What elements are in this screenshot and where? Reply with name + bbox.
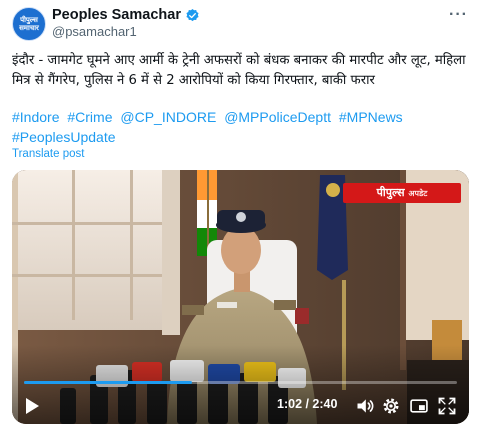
gear-icon[interactable] — [381, 396, 401, 416]
mention-cp-indore[interactable]: @CP_INDORE — [120, 109, 216, 125]
author-display-name[interactable]: Peoples Samachar — [52, 7, 181, 23]
channel-watermark: पीपुल्स अपडेट — [343, 183, 461, 203]
post-tags: #Indore #Crime @CP_INDORE @MPPoliceDeptt… — [12, 107, 474, 147]
video-frame — [12, 170, 469, 424]
video-progress-fill — [24, 381, 192, 384]
avatar-line-2: समाचार — [19, 24, 39, 32]
video-progress-bar[interactable] — [24, 381, 457, 384]
avatar[interactable]: पीपुल्स समाचार — [12, 7, 46, 41]
mention-mp-police[interactable]: @MPPoliceDeptt — [224, 109, 331, 125]
hashtag-peoplesupdate[interactable]: #PeoplesUpdate — [12, 129, 116, 145]
author-handle[interactable]: @psamachar1 — [52, 24, 137, 39]
hashtag-crime[interactable]: #Crime — [67, 109, 112, 125]
translate-post-link[interactable]: Translate post — [12, 148, 84, 160]
post-card: पीपुल्स समाचार Peoples Samachar @psamach… — [0, 0, 482, 432]
verified-badge-icon — [186, 8, 199, 21]
watermark-main: पीपुल्स — [376, 186, 405, 199]
fullscreen-icon[interactable] — [437, 396, 457, 416]
post-text: इंदौर - जामगेट घूमने आए आर्मी के ट्रेनी … — [12, 53, 466, 88]
more-icon[interactable]: ··· — [449, 6, 468, 24]
pip-icon[interactable] — [409, 396, 429, 416]
video-time: 1:02 / 2:40 — [277, 397, 338, 411]
video-player[interactable]: पीपुल्स अपडेट 1:02 / 2:40 — [12, 170, 469, 424]
video-controls: 1:02 / 2:40 — [12, 394, 469, 418]
hashtag-indore[interactable]: #Indore — [12, 109, 59, 125]
avatar-line-1: पीपुल्स — [20, 16, 38, 24]
author-name-row: Peoples Samachar — [52, 6, 200, 24]
volume-icon[interactable] — [355, 396, 375, 416]
hashtag-mpnews[interactable]: #MPNews — [339, 109, 403, 125]
play-icon[interactable] — [24, 397, 40, 415]
watermark-sub: अपडेट — [408, 189, 428, 198]
